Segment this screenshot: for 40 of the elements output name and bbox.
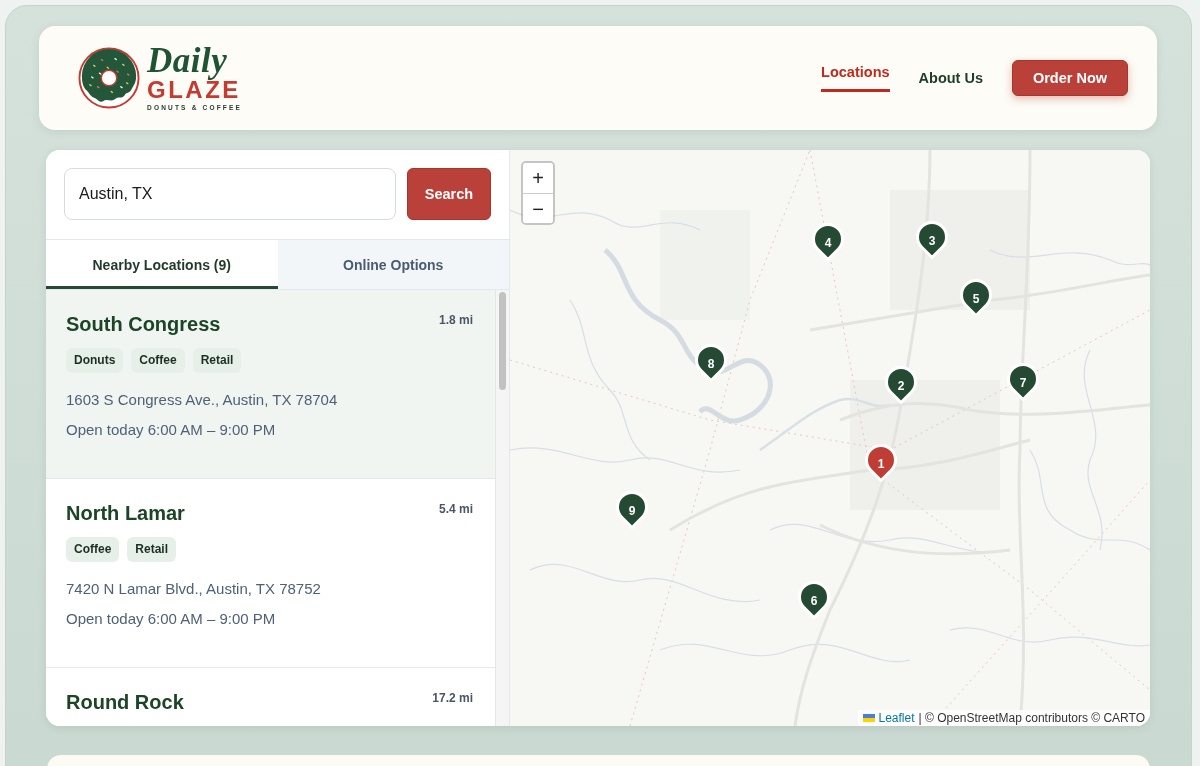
map-marker[interactable]: 2 — [885, 366, 917, 406]
location-hours: Open today 6:00 AM – 9:00 PM — [66, 609, 277, 629]
map-marker[interactable]: 5 — [960, 279, 992, 319]
map-marker[interactable]: 8 — [695, 344, 727, 384]
zoom-in-button[interactable]: + — [523, 163, 553, 193]
logo-brand-name: GLAZE — [147, 79, 241, 101]
location-hours: Open today 6:00 AM – 9:00 PM — [66, 420, 277, 440]
location-address: 7420 N Lamar Blvd., Austin, TX 78752 — [66, 579, 322, 599]
donut-logo-icon — [78, 47, 140, 109]
location-name: South Congress — [66, 312, 221, 336]
location-search-field[interactable]: Austin, TX — [64, 168, 396, 220]
map-marker[interactable]: 6 — [798, 581, 830, 621]
leaflet-link[interactable]: Leaflet — [878, 710, 915, 726]
location-address: 1603 S Congress Ave., Austin, TX 78704 — [66, 390, 339, 410]
map-marker[interactable]: 3 — [916, 221, 948, 261]
location-card[interactable]: South Congress 1.8 mi Donuts Coffee Retail 1603 S Congress Ave., Austin, TX 78704 Open today 6:00 AM – 9:00 PM — [46, 290, 495, 479]
location-name: North Lamar — [66, 501, 185, 525]
order-now-button[interactable]: Order Now — [1012, 60, 1128, 96]
service-tag: Donuts — [66, 348, 124, 373]
zoom-out-button[interactable]: − — [523, 193, 553, 223]
location-distance: 1.8 mi — [438, 312, 473, 328]
location-name: Round Rock — [66, 690, 184, 714]
map-marker[interactable]: 1 — [865, 444, 897, 484]
tab[interactable]: Online Options — [277, 240, 509, 289]
scrollbar-thumb[interactable] — [499, 292, 506, 390]
nav-link[interactable]: About Us — [918, 69, 983, 87]
attribution-text: | © OpenStreetMap contributors © CARTO — [918, 710, 1145, 726]
location-distance: 5.4 mi — [438, 501, 473, 517]
location-distance: 17.2 mi — [432, 690, 473, 706]
search-button[interactable]: Search — [407, 168, 491, 220]
logo-wordmark: Daily — [147, 44, 228, 78]
service-tag: Coffee — [131, 348, 185, 373]
map-marker[interactable]: 9 — [616, 491, 648, 531]
map-marker[interactable]: 4 — [812, 223, 844, 263]
nav-link[interactable]: Locations — [821, 64, 890, 92]
flag-icon — [862, 714, 875, 722]
service-tag: Coffee — [66, 537, 120, 562]
service-tag: Retail — [127, 537, 177, 562]
map-marker[interactable]: 7 — [1007, 363, 1039, 403]
service-tag: Retail — [192, 348, 242, 373]
